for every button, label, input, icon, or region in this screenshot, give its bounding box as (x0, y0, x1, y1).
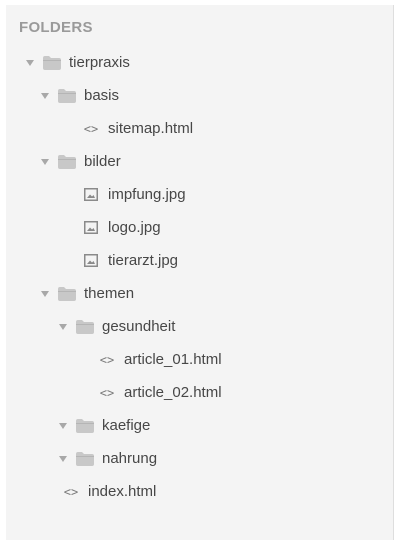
folder-icon (76, 418, 94, 433)
folder-icon (43, 55, 61, 70)
image-file-icon (82, 221, 100, 235)
tree-item-label: nahrung (102, 450, 158, 467)
sidebar-panel: FOLDERS tierpraxis basis <> sitemap.html… (6, 5, 394, 540)
folder-icon (76, 319, 94, 334)
tree-item-themen[interactable]: themen (6, 277, 393, 310)
tree-item-article-01-html[interactable]: <> article_01.html (6, 343, 393, 376)
tree-item-label: article_01.html (124, 351, 222, 368)
chevron-down-icon[interactable] (58, 454, 68, 464)
chevron-down-icon[interactable] (58, 322, 68, 332)
code-file-icon: <> (83, 121, 99, 136)
code-file-icon: <> (99, 352, 115, 367)
code-file-icon: <> (63, 484, 79, 499)
tree-item-label: logo.jpg (108, 219, 161, 236)
image-file-icon (82, 188, 100, 202)
folder-icon (58, 88, 76, 103)
tree-item-tierpraxis[interactable]: tierpraxis (6, 46, 393, 79)
tree-item-label: basis (84, 87, 120, 104)
tree-item-label: bilder (84, 153, 121, 170)
chevron-down-icon[interactable] (40, 157, 50, 167)
tree-item-label: article_02.html (124, 384, 222, 401)
tree-item-label: tierpraxis (69, 54, 130, 71)
chevron-down-icon[interactable] (40, 91, 50, 101)
chevron-down-icon[interactable] (25, 58, 35, 68)
tree-item-label: themen (84, 285, 135, 302)
tree-item-label: impfung.jpg (108, 186, 186, 203)
tree-item-label: gesundheit (102, 318, 176, 335)
tree-item-tierarzt-jpg[interactable]: tierarzt.jpg (6, 244, 393, 277)
folder-icon (58, 286, 76, 301)
tree-item-index-html[interactable]: <> index.html (6, 475, 393, 508)
tree-item-label: sitemap.html (108, 120, 194, 137)
tree-item-nahrung[interactable]: nahrung (6, 442, 393, 475)
tree-item-sitemap-html[interactable]: <> sitemap.html (6, 112, 393, 145)
tree-item-article-02-html[interactable]: <> article_02.html (6, 376, 393, 409)
image-file-icon (82, 254, 100, 268)
tree-item-logo-jpg[interactable]: logo.jpg (6, 211, 393, 244)
chevron-down-icon[interactable] (58, 421, 68, 431)
folders-header: FOLDERS (19, 19, 93, 36)
folder-icon (76, 451, 94, 466)
tree-item-bilder[interactable]: bilder (6, 145, 393, 178)
tree-item-gesundheit[interactable]: gesundheit (6, 310, 393, 343)
tree-item-impfung-jpg[interactable]: impfung.jpg (6, 178, 393, 211)
code-file-icon: <> (99, 385, 115, 400)
tree-item-label: kaefige (102, 417, 151, 434)
tree-item-label: tierarzt.jpg (108, 252, 179, 269)
chevron-down-icon[interactable] (40, 289, 50, 299)
tree-item-kaefige[interactable]: kaefige (6, 409, 393, 442)
tree-item-basis[interactable]: basis (6, 79, 393, 112)
file-tree: tierpraxis basis <> sitemap.html bilder … (6, 46, 393, 508)
folder-icon (58, 154, 76, 169)
tree-item-label: index.html (88, 483, 157, 500)
